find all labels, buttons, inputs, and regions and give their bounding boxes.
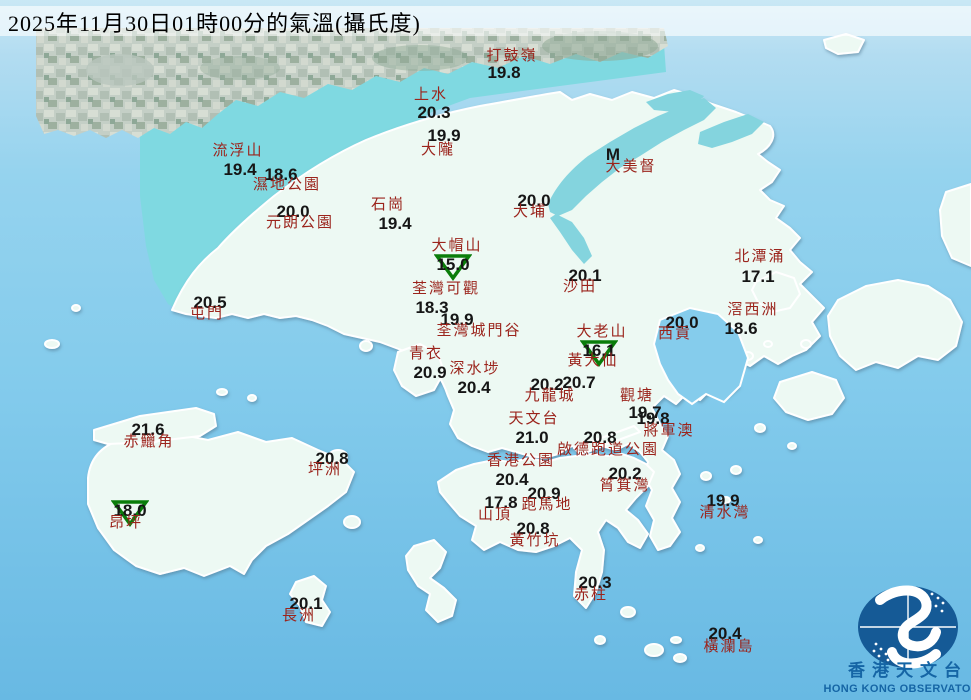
station-value: 19.8 bbox=[487, 64, 520, 81]
station-name: 大美督 bbox=[605, 160, 656, 175]
station-name: 大帽山 bbox=[431, 239, 482, 254]
station-name: 黃大仙 bbox=[567, 354, 618, 369]
station-name: 山頂 bbox=[478, 508, 512, 523]
station-name: 橫瀾島 bbox=[703, 640, 754, 655]
station-value: 17.1 bbox=[741, 268, 774, 285]
station-name: 滘西洲 bbox=[727, 303, 778, 318]
station-name: 北潭涌 bbox=[734, 250, 785, 265]
station-name: 西貢 bbox=[658, 327, 692, 342]
station-name: 深水埗 bbox=[449, 362, 500, 377]
station-name: 打鼓嶺 bbox=[486, 49, 537, 64]
station-value: 21.0 bbox=[515, 429, 548, 446]
station-value: 20.3 bbox=[417, 104, 450, 121]
temperature-map: 2025年11月30日01時00分的氣溫(攝氏度) 19.8打鼓嶺 20.3上水 1… bbox=[0, 0, 971, 700]
station-name: 上水 bbox=[414, 88, 448, 103]
station-value: 20.4 bbox=[495, 471, 528, 488]
station-name: 沙田 bbox=[563, 280, 597, 295]
station-name: 天文台 bbox=[508, 412, 559, 427]
station-name: 濕地公園 bbox=[253, 178, 321, 193]
station-value: 20.9 bbox=[413, 364, 446, 381]
station-name: 香港公園 bbox=[487, 454, 555, 469]
station-name: 長洲 bbox=[282, 609, 316, 624]
map-title: 2025年11月30日01時00分的氣溫(攝氏度) bbox=[8, 6, 421, 38]
station-value: 19.4 bbox=[378, 215, 411, 232]
hko-logo-text-chinese: 香港天文台 bbox=[848, 662, 968, 679]
station-name: 大埔 bbox=[513, 205, 547, 220]
station-name: 青衣 bbox=[409, 347, 443, 362]
station-name: 清水灣 bbox=[699, 506, 750, 521]
station-name: 九龍城 bbox=[524, 389, 575, 404]
station-name: 元朗公園 bbox=[266, 216, 334, 231]
station-name: 荃灣城門谷 bbox=[436, 324, 521, 339]
hong-kong-map bbox=[0, 0, 971, 700]
station-name: 筲箕灣 bbox=[599, 479, 650, 494]
station-name: 流浮山 bbox=[212, 144, 263, 159]
station-name: 荃灣可觀 bbox=[412, 282, 480, 297]
station-value: 15.0 bbox=[436, 256, 469, 273]
station-name: 黃竹坑 bbox=[509, 534, 560, 549]
station-name: 昂坪 bbox=[109, 516, 143, 531]
station-name: 赤柱 bbox=[574, 588, 608, 603]
station-name: 大隴 bbox=[421, 143, 455, 158]
station-value: 20.4 bbox=[457, 379, 490, 396]
hko-logo-text-english: HONG KONG OBSERVATORY bbox=[823, 684, 971, 695]
station-value: 18.6 bbox=[724, 320, 757, 337]
station-name: 將軍澳 bbox=[643, 424, 694, 439]
station-name: 石崗 bbox=[371, 198, 405, 213]
station-name: 坪洲 bbox=[308, 463, 342, 478]
station-value: 19.4 bbox=[223, 161, 256, 178]
station-name: 觀塘 bbox=[620, 389, 654, 404]
station-name: 啟德跑道公園 bbox=[557, 443, 659, 458]
station-name: 屯門 bbox=[190, 307, 224, 322]
station-name: 跑馬地 bbox=[521, 498, 572, 513]
station-name: 赤鱲角 bbox=[123, 435, 174, 450]
station-name: 大老山 bbox=[576, 325, 627, 340]
